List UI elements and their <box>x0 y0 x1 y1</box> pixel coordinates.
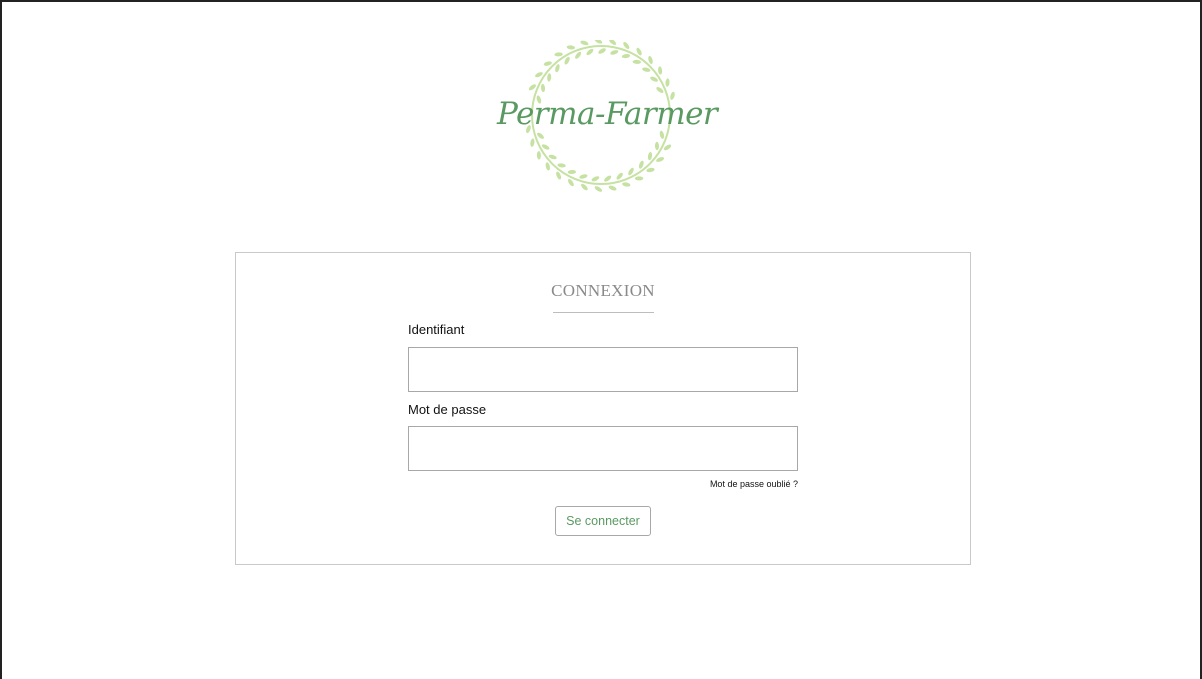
wreath-leaf <box>632 59 641 64</box>
wreath-leaf <box>609 40 617 46</box>
wreath-leaf <box>530 138 535 147</box>
wreath-leaf <box>557 163 566 168</box>
wreath-leaf <box>634 176 644 181</box>
wreath-leaf <box>555 64 560 73</box>
wreath-leaf <box>621 54 631 59</box>
login-card: CONNEXION Identifiant Mot de passe Mot d… <box>235 252 971 565</box>
wreath-leaf <box>575 51 582 59</box>
wreath-leaf <box>623 42 630 49</box>
wreath-leaf <box>545 162 550 171</box>
brand-name: Perma-Farmer <box>497 96 718 132</box>
login-title: CONNEXION <box>551 281 655 300</box>
username-label: Identifiant <box>408 322 465 337</box>
wreath-leaf <box>648 55 653 65</box>
wreath-leaf <box>581 183 588 191</box>
wreath-leaf <box>616 172 623 180</box>
wreath-leaf <box>566 45 576 50</box>
username-input[interactable] <box>408 347 798 392</box>
wreath-leaf <box>540 83 546 93</box>
wreath-leaf <box>591 176 600 182</box>
wreath-leaf <box>622 182 631 187</box>
wreath-leaf <box>586 48 594 56</box>
wreath-leaf <box>598 48 606 54</box>
wreath-leaf <box>579 174 588 179</box>
wreath-leaf <box>537 132 544 139</box>
wreath-leaf <box>665 78 670 87</box>
wreath-leaf <box>536 151 541 160</box>
wreath-leaf <box>604 175 612 182</box>
wreath-leaf <box>580 40 589 46</box>
wreath-leaf <box>610 50 619 55</box>
wreath-leaf <box>647 151 653 161</box>
wreath-leaf <box>594 40 603 44</box>
wreath-leaf <box>658 66 663 75</box>
wreath-leaf <box>547 73 552 82</box>
wreath-leaf <box>608 185 617 191</box>
wreath-leaf <box>567 169 577 175</box>
forgot-password-link[interactable]: Mot de passe oublié ? <box>710 479 798 489</box>
password-input[interactable] <box>408 426 798 471</box>
title-divider <box>553 312 654 313</box>
wreath-leaf <box>594 186 603 192</box>
login-button[interactable]: Se connecter <box>555 506 651 536</box>
wreath-leaf <box>543 61 552 66</box>
wreath-leaf <box>646 167 655 173</box>
brand-logo: Perma-Farmer <box>497 40 718 198</box>
wreath-leaf <box>654 141 660 151</box>
wreath-leaf <box>554 52 563 57</box>
password-label: Mot de passe <box>408 402 487 417</box>
wreath-leaf <box>638 160 644 169</box>
wreath-leaf <box>642 67 651 72</box>
wreath-leaf <box>548 154 557 160</box>
